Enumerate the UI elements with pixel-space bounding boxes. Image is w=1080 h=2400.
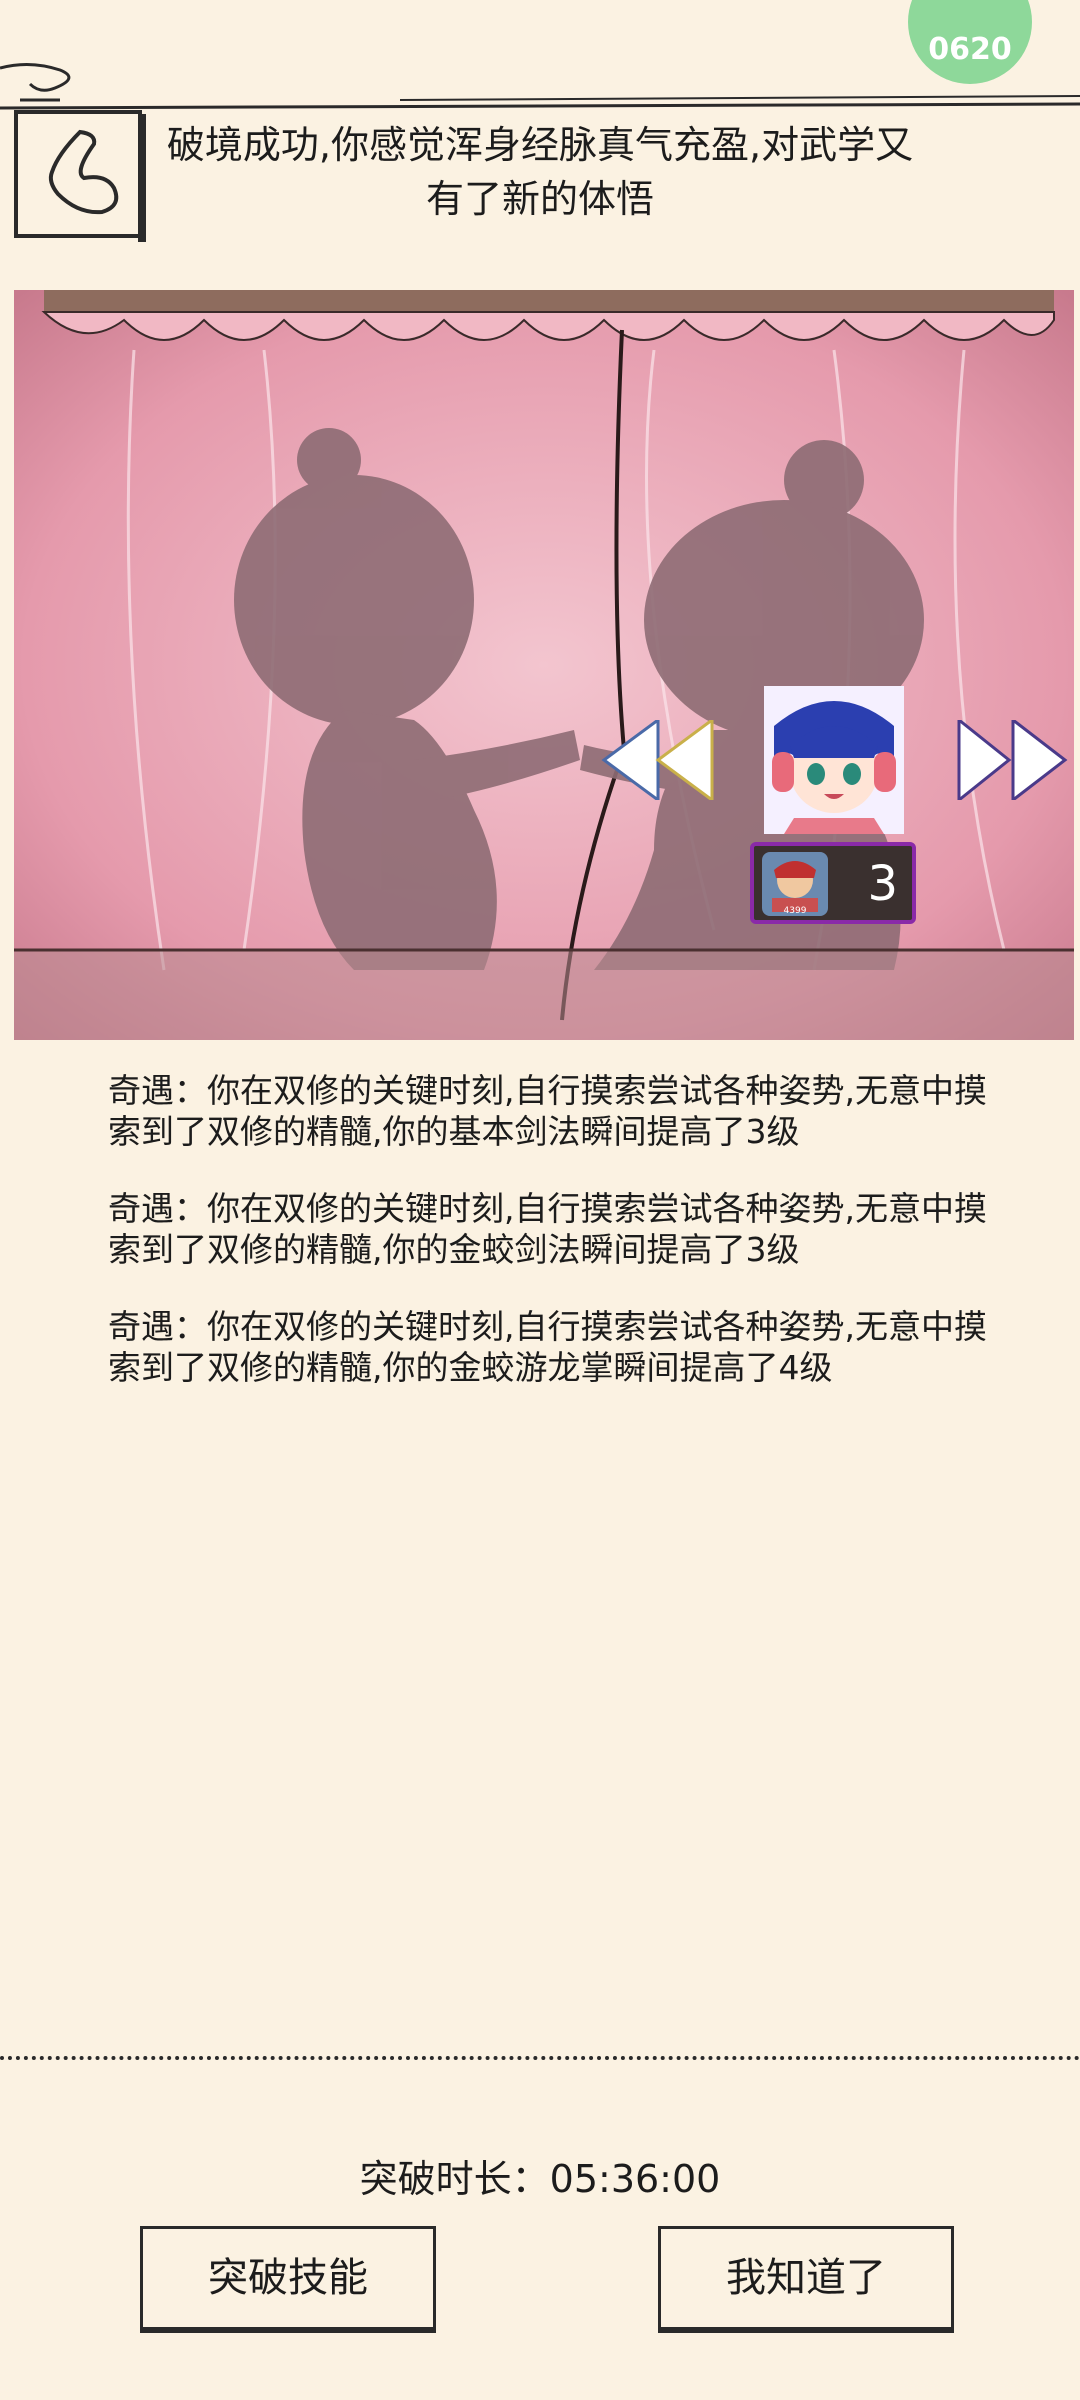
character-avatar[interactable] — [764, 686, 904, 834]
back-button[interactable] — [14, 110, 146, 242]
duration-label: 突破时长： — [359, 2157, 550, 2201]
event-message: 奇遇：你在双修的关键时刻,自行摸索尝试各种姿势,无意中摸索到了双修的精髓,你的金… — [108, 1189, 987, 1269]
back-arrow-icon — [48, 129, 119, 215]
previous-arrow-icon[interactable] — [600, 720, 720, 800]
svg-text:4399: 4399 — [784, 906, 807, 916]
breakthrough-message: 破境成功,你感觉浑身经脉真气充盈,对武学又有了新的体悟 — [166, 123, 914, 221]
badge-text: 0620 — [928, 32, 1012, 67]
breakthrough-skill-button[interactable]: 突破技能 — [140, 2226, 436, 2333]
dotted-divider — [0, 2056, 1080, 2060]
breakthrough-duration: 突破时长：05:36:00 — [0, 2148, 1080, 2203]
event-message: 奇遇：你在双修的关键时刻,自行摸索尝试各种姿势,无意中摸索到了双修的精髓,你的金… — [108, 1307, 987, 1387]
curtain-scene-illustration — [14, 290, 1074, 1040]
item-count: 3 — [867, 856, 898, 912]
item-counter[interactable]: 4399 3 — [750, 842, 916, 924]
breakthrough-screen: 0620 破境成功,你感觉浑身经脉真气充盈,对武学又有了新的体悟 4399 3 … — [0, 0, 1080, 2400]
next-arrow-icon[interactable] — [955, 720, 1070, 800]
acknowledge-button[interactable]: 我知道了 — [658, 2226, 954, 2333]
event-message: 奇遇：你在双修的关键时刻,自行摸索尝试各种姿势,无意中摸索到了双修的精髓,你的基… — [108, 1071, 987, 1151]
event-log: 奇遇：你在双修的关键时刻,自行摸索尝试各种姿势,无意中摸索到了双修的精髓,你的基… — [108, 1070, 988, 1424]
duration-value: 05:36:00 — [549, 2157, 721, 2201]
game-item-icon: 4399 — [762, 852, 828, 916]
